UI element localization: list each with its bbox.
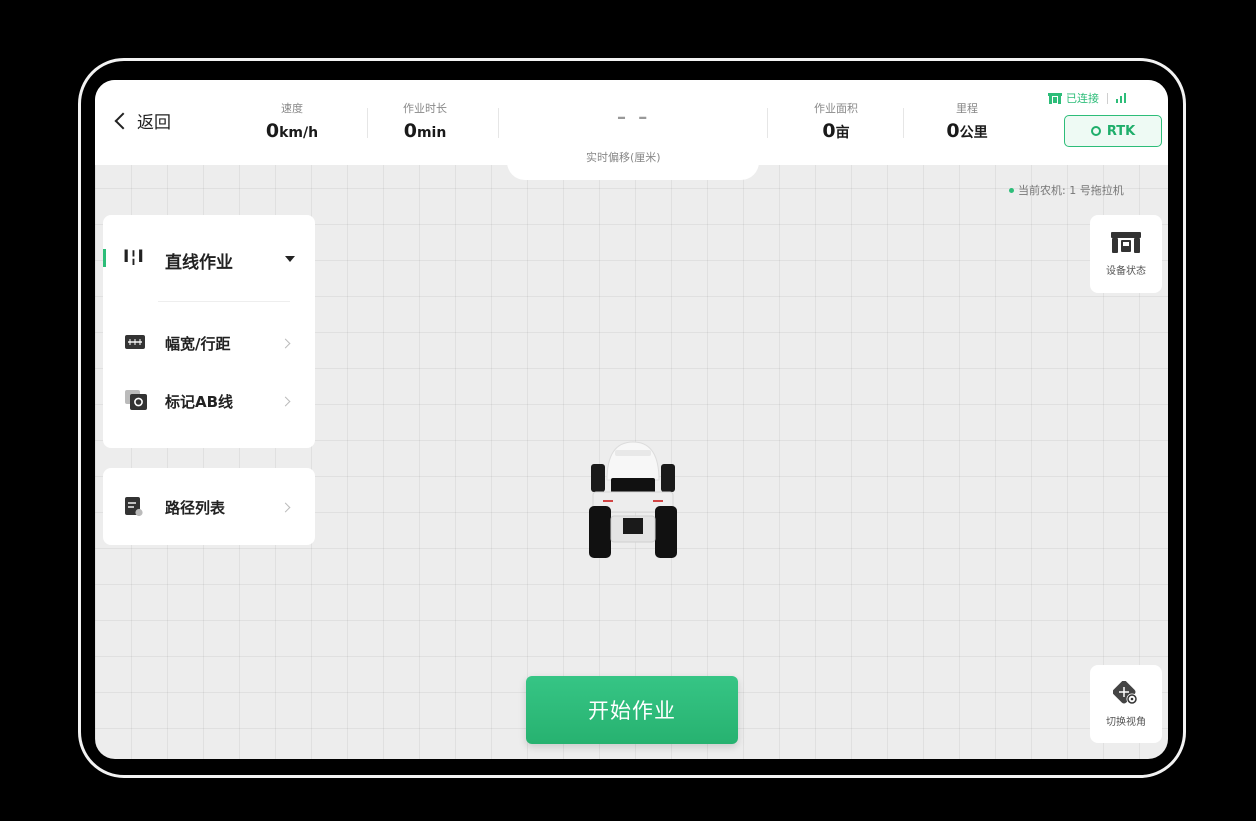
area-unit: 亩: [835, 125, 850, 141]
offset-label: 实时偏移(厘米): [586, 151, 661, 164]
mark-ab-label: 标记AB线: [165, 393, 234, 411]
mark-ab-item[interactable]: 标记AB线: [103, 390, 315, 412]
status-dot-icon: [1009, 187, 1014, 193]
document-icon: [125, 497, 143, 517]
circle-icon: [1090, 126, 1101, 136]
back-label: 返回: [137, 113, 171, 133]
tractor-model: [589, 441, 677, 558]
route-panel: 路径列表: [103, 468, 315, 545]
route-list-label: 路径列表: [165, 499, 226, 517]
signal-icon: [1116, 93, 1126, 103]
area-label: 作业面积: [814, 102, 858, 115]
distance-stat: 里程 0公里: [929, 100, 1005, 142]
tractor-icon: [1111, 231, 1141, 253]
width-spacing-label: 幅宽/行距: [165, 335, 231, 353]
chevron-right-icon: [280, 396, 291, 407]
switch-view-icon: [1113, 680, 1138, 704]
caret-down-icon: [285, 256, 295, 262]
current-machine: 当前农机: 1 号拖拉机: [1009, 182, 1124, 198]
offset-value: – –: [617, 107, 651, 128]
camera-icon: [125, 390, 147, 410]
divider: [767, 108, 768, 138]
speed-label: 速度: [281, 102, 303, 115]
route-list-item[interactable]: 路径列表: [103, 496, 315, 518]
connection-status: 已连接: [1048, 90, 1126, 106]
switch-view-label: 切换视角: [1106, 716, 1146, 728]
distance-value: 0: [946, 120, 960, 142]
rtk-button[interactable]: RTK: [1064, 115, 1162, 147]
operation-panel: I¦I 直线作业 幅宽/行距 标记AB线: [103, 215, 315, 448]
speed-stat: 速度 0km/h: [255, 100, 329, 142]
mode-label: 直线作业: [165, 253, 233, 273]
chevron-right-icon: [280, 338, 291, 349]
switch-view-button[interactable]: 切换视角: [1090, 665, 1162, 743]
divider: [367, 108, 368, 138]
mode-dropdown[interactable]: I¦I 直线作业: [103, 247, 315, 273]
current-machine-label: 当前农机: 1 号拖拉机: [1018, 184, 1124, 197]
area-stat: 作业面积 0亩: [801, 100, 871, 142]
device-status-label: 设备状态: [1106, 265, 1146, 277]
width-spacing-item[interactable]: 幅宽/行距: [103, 332, 315, 354]
speed-value: 0: [265, 120, 280, 142]
divider: [903, 108, 904, 138]
duration-stat: 作业时长 0min: [385, 100, 465, 142]
tractor-icon: [1048, 92, 1062, 104]
divider: [498, 108, 499, 138]
area-value: 0: [822, 120, 836, 142]
start-work-button[interactable]: 开始作业: [526, 676, 738, 744]
back-button[interactable]: 返回: [114, 108, 171, 133]
speed-unit: km/h: [279, 125, 319, 141]
duration-unit: min: [416, 125, 447, 141]
duration-label: 作业时长: [403, 102, 447, 115]
rtk-label: RTK: [1106, 123, 1136, 139]
active-indicator: [103, 249, 106, 267]
chevron-left-icon: [114, 112, 132, 129]
divider: [158, 301, 290, 302]
ruler-icon: [125, 335, 145, 349]
top-bar: 返回 速度 0km/h 作业时长 0min – – 实时偏移(厘米) 作业面积 …: [95, 80, 1168, 165]
connection-label: 已连接: [1066, 92, 1099, 105]
distance-unit: 公里: [959, 125, 988, 141]
chevron-right-icon: [280, 502, 291, 513]
device-status-button[interactable]: 设备状态: [1090, 215, 1162, 293]
duration-value: 0: [403, 120, 417, 142]
straight-line-icon: I¦I: [123, 247, 145, 267]
distance-label: 里程: [956, 102, 978, 115]
app-screen: 返回 速度 0km/h 作业时长 0min – – 实时偏移(厘米) 作业面积 …: [95, 80, 1168, 759]
